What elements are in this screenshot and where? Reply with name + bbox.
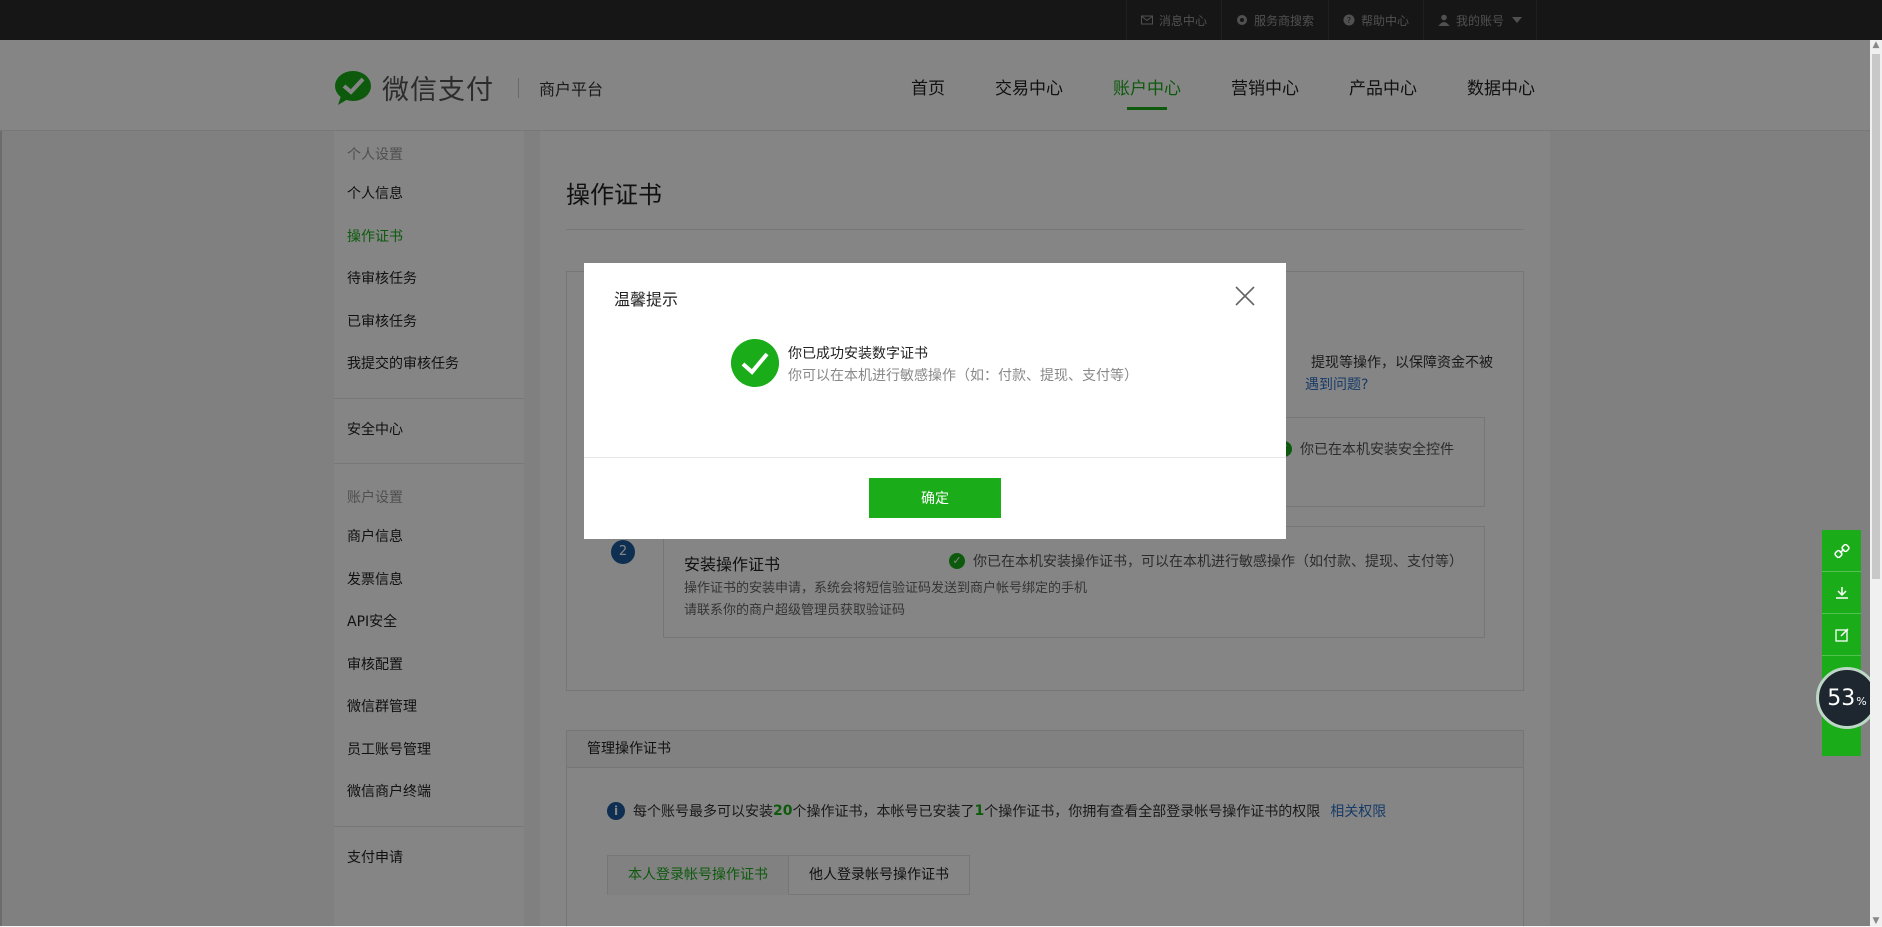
success-check-icon: [731, 339, 779, 387]
link-tool-button[interactable]: [1822, 530, 1861, 572]
dialog-divider: [584, 457, 1286, 458]
edit-icon: [1834, 627, 1849, 642]
close-icon[interactable]: [1234, 285, 1256, 307]
download-icon: [1835, 586, 1848, 599]
tip-dialog: 温馨提示 你已成功安装数字证书 你可以在本机进行敏感操作（如：付款、提现、支付等…: [584, 263, 1286, 539]
speed-gauge[interactable]: 53%: [1816, 667, 1878, 729]
scroll-down-arrow[interactable]: ▼: [1870, 916, 1882, 926]
scroll-up-arrow[interactable]: ▲: [1870, 40, 1882, 50]
vertical-scrollbar[interactable]: ▲ ▼: [1870, 40, 1882, 926]
dialog-description: 你可以在本机进行敏感操作（如：付款、提现、支付等）: [788, 368, 1138, 384]
scrollbar-thumb[interactable]: [1872, 54, 1880, 579]
gauge-unit: %: [1856, 694, 1867, 708]
dialog-title: 温馨提示: [614, 290, 679, 309]
link-icon: [1833, 543, 1850, 558]
confirm-button[interactable]: 确定: [869, 478, 1001, 518]
edit-tool-button[interactable]: [1822, 614, 1861, 656]
download-tool-button[interactable]: [1822, 572, 1861, 614]
dialog-heading: 你已成功安装数字证书: [788, 346, 928, 362]
gauge-value: 53: [1827, 685, 1856, 711]
